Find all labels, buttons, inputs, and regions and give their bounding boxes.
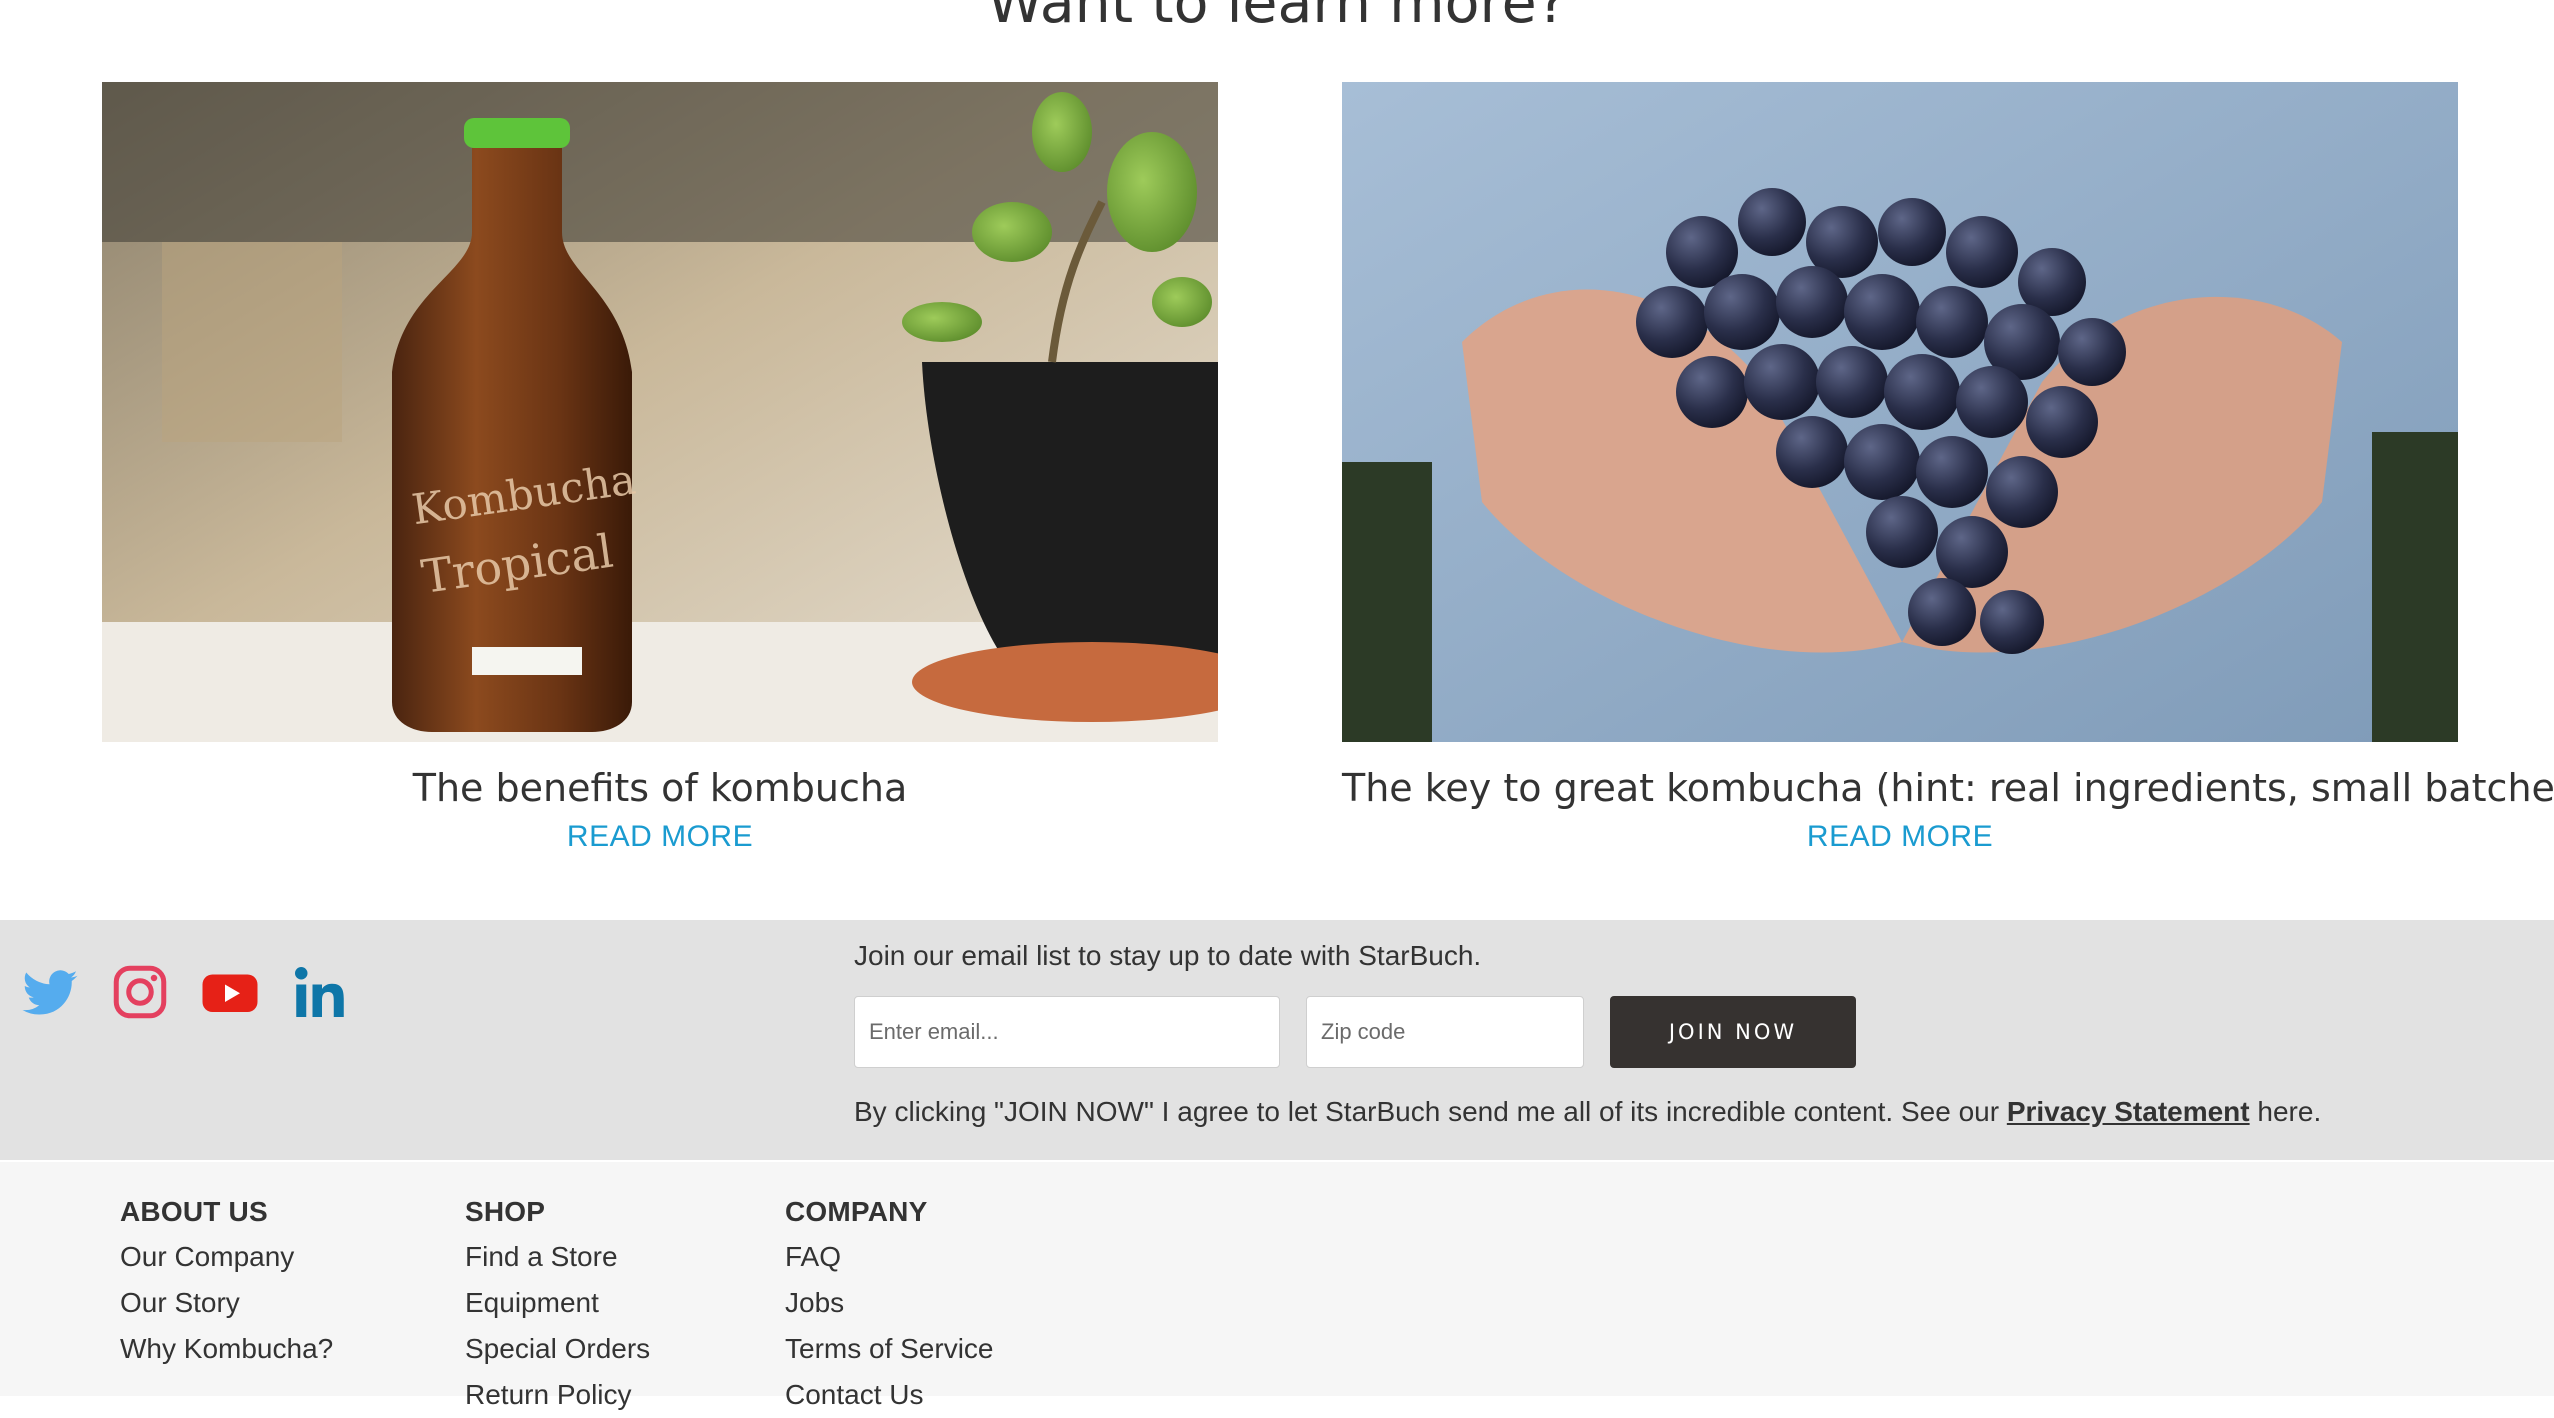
footer-link-contact-us[interactable]: Contact Us [785,1372,994,1418]
footer-heading-company: COMPANY [785,1196,928,1227]
footer-link-terms-of-service[interactable]: Terms of Service [785,1326,994,1372]
read-more-link-benefits[interactable]: READ MORE [102,812,1218,862]
privacy-statement-link[interactable]: Privacy Statement [2007,1096,2250,1127]
newsletter-intro: Join our email list to stay up to date w… [854,940,1482,971]
footer-column-about-us: ABOUT US Our Company Our Story Why Kombu… [120,1190,333,1372]
footer-link-special-orders[interactable]: Special Orders [465,1326,650,1372]
section-title: Want to learn more? [987,0,1567,36]
grapes-in-hands-image[interactable] [1342,82,2458,742]
twitter-icon[interactable] [20,960,80,1024]
consent-suffix: here. [2257,1096,2322,1127]
linkedin-icon[interactable] [290,960,350,1024]
footer-link-jobs[interactable]: Jobs [785,1280,994,1326]
footer-link-our-company[interactable]: Our Company [120,1234,333,1280]
footer-link-our-story[interactable]: Our Story [120,1280,333,1326]
email-field[interactable] [854,996,1280,1068]
kombucha-bottle-image[interactable]: Kombucha Tropical [102,82,1218,742]
zip-code-field[interactable] [1306,996,1584,1068]
footer-heading-about-us: ABOUT US [120,1196,268,1227]
site-footer [0,1162,2554,1396]
article-title-benefits: The benefits of kombucha [412,766,908,810]
footer-link-equipment[interactable]: Equipment [465,1280,650,1326]
youtube-icon[interactable] [200,960,260,1024]
footer-column-shop: SHOP Find a Store Equipment Special Orde… [465,1190,650,1418]
footer-heading-shop: SHOP [465,1196,546,1227]
article-title-key-to-kombucha: The key to great kombucha (hint: real in… [1342,766,2554,810]
footer-link-return-policy[interactable]: Return Policy [465,1372,650,1418]
join-now-button[interactable]: JOIN NOW [1610,996,1856,1068]
footer-link-find-a-store[interactable]: Find a Store [465,1234,650,1280]
consent-text: By clicking "JOIN NOW" I agree to let St… [854,1092,2321,1132]
footer-link-why-kombucha[interactable]: Why Kombucha? [120,1326,333,1372]
footer-link-faq[interactable]: FAQ [785,1234,994,1280]
footer-column-company: COMPANY FAQ Jobs Terms of Service Contac… [785,1190,994,1418]
read-more-link-key-to-kombucha[interactable]: READ MORE [1342,812,2458,862]
instagram-icon[interactable] [110,960,170,1024]
consent-prefix: By clicking "JOIN NOW" I agree to let St… [854,1096,2000,1127]
